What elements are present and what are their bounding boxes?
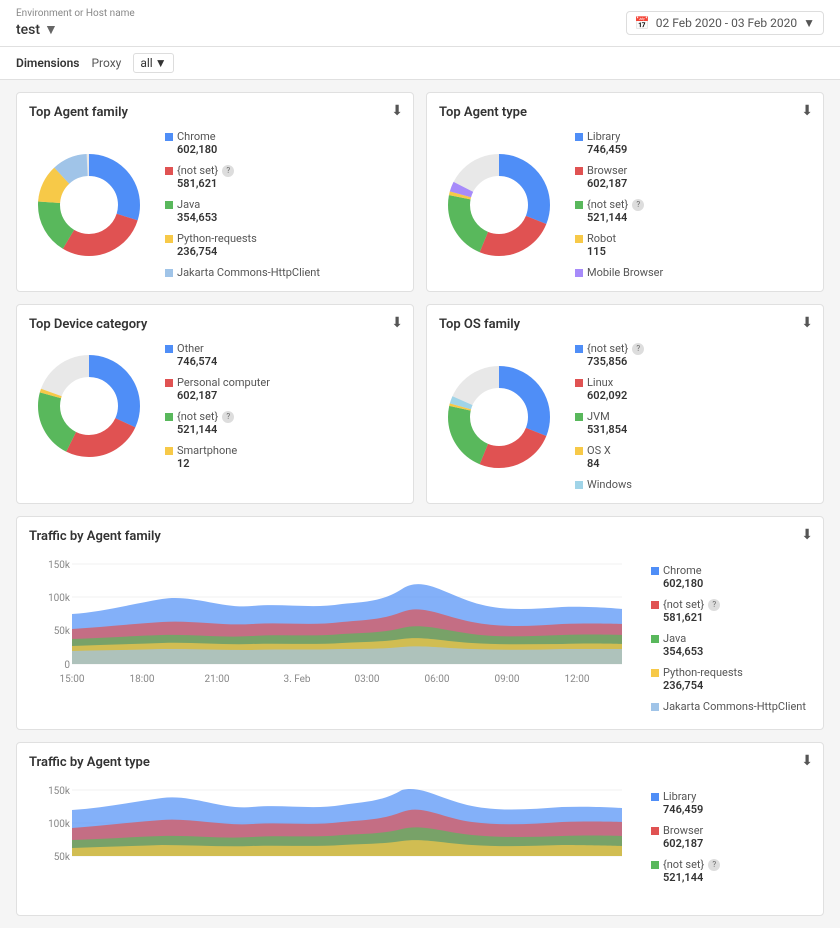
svg-text:15:00: 15:00 [60,674,85,685]
svg-text:50k: 50k [54,626,71,637]
svg-text:100k: 100k [48,819,71,830]
donut-agent-family [29,145,149,265]
header: Environment or Host name test ▼ 📅 02 Feb… [0,0,840,80]
os-family-legend: {not set} ? 735,856 Linux 602,092 JVM 53… [575,342,644,491]
env-label: Environment or Host name [16,8,135,19]
svg-text:21:00: 21:00 [205,674,230,685]
traffic-family-legend: Chrome 602,180 {not set} ? 581,621 Java … [651,554,811,717]
traffic-agent-type-card: Traffic by Agent type ⬇ 150k 100k 50k [16,742,824,916]
top-agent-family-title: Top Agent family [29,105,401,120]
svg-text:150k: 150k [48,560,71,571]
top-agent-type-card: Top Agent type ⬇ Library 746,459 [426,92,824,292]
date-range-picker[interactable]: 📅 02 Feb 2020 - 03 Feb 2020 ▼ [626,11,824,35]
download-traffic-family-btn[interactable]: ⬇ [801,527,813,543]
traffic-type-chart: 150k 100k 50k [29,780,635,900]
traffic-family-chart: 150k 100k 50k 0 1 [29,554,635,714]
svg-text:03:00: 03:00 [355,674,380,685]
svg-text:06:00: 06:00 [425,674,450,685]
donut-device-category [29,346,149,466]
env-dropdown-arrow[interactable]: ▼ [44,21,58,38]
all-dropdown-arrow: ▼ [155,56,167,70]
svg-text:100k: 100k [48,593,71,604]
top-os-family-card: Top OS family ⬇ {not set} ? 735,856 [426,304,824,504]
agent-type-legend: Library 746,459 Browser 602,187 {not set… [575,130,663,279]
download-agent-type-btn[interactable]: ⬇ [801,103,813,119]
device-category-legend: Other 746,574 Personal computer 602,187 … [165,342,270,470]
download-os-btn[interactable]: ⬇ [801,315,813,331]
dimensions-label: Dimensions [16,56,79,70]
svg-text:18:00: 18:00 [130,674,155,685]
donut-os-family [439,357,559,477]
top-agent-type-title: Top Agent type [439,105,811,120]
svg-text:0: 0 [64,660,70,671]
traffic-type-legend: Library 746,459 Browser 602,187 {not set… [651,780,811,903]
traffic-agent-family-card: Traffic by Agent family ⬇ 150k 100k 50k … [16,516,824,730]
traffic-agent-family-title: Traffic by Agent family [29,529,811,544]
top-device-category-title: Top Device category [29,317,401,332]
svg-text:12:00: 12:00 [565,674,590,685]
date-range-text: 02 Feb 2020 - 03 Feb 2020 [656,16,797,30]
env-value: test [16,22,40,38]
donut-agent-type [439,145,559,265]
svg-text:50k: 50k [54,852,71,863]
all-select[interactable]: all ▼ [133,53,173,73]
download-device-btn[interactable]: ⬇ [391,315,403,331]
svg-text:09:00: 09:00 [495,674,520,685]
svg-text:3. Feb: 3. Feb [283,674,310,685]
download-traffic-type-btn[interactable]: ⬇ [801,753,813,769]
calendar-icon: 📅 [635,16,650,30]
proxy-label: Proxy [91,56,121,70]
download-agent-family-btn[interactable]: ⬇ [391,103,403,119]
agent-family-legend: Chrome 602,180 {not set} ? 581,621 Java … [165,130,320,279]
top-os-family-title: Top OS family [439,317,811,332]
top-device-category-card: Top Device category ⬇ Other 746,574 [16,304,414,504]
svg-text:150k: 150k [48,786,71,797]
traffic-agent-type-title: Traffic by Agent type [29,755,811,770]
top-agent-family-card: Top Agent family ⬇ [16,92,414,292]
date-dropdown-arrow: ▼ [803,16,815,30]
